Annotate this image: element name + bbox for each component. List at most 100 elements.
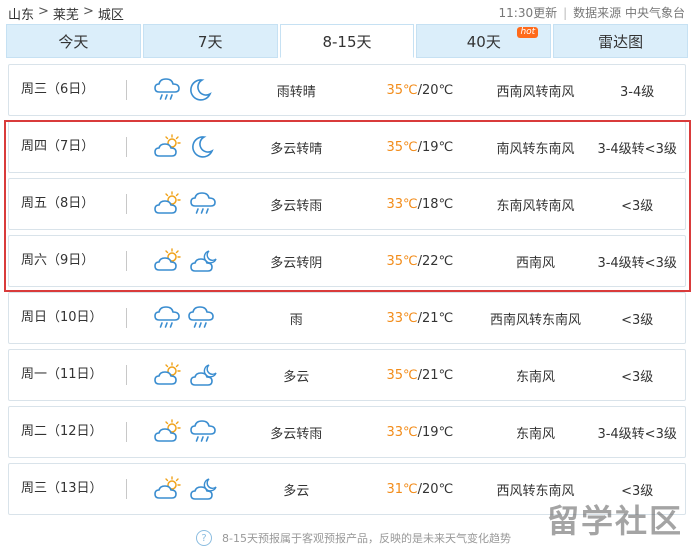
- breadcrumb: 山东 > 莱芜 > 城区: [8, 4, 124, 23]
- partly-cloudy-icon: [153, 419, 183, 445]
- temp-high: 31℃: [386, 481, 418, 497]
- temp-high: 33℃: [386, 424, 418, 440]
- tab-40day[interactable]: 40天 hot: [416, 24, 552, 58]
- wind-direction: 西南风转东南风: [489, 312, 581, 328]
- day-label: 周三（6日）: [9, 80, 127, 100]
- temp-low: /19℃: [417, 424, 454, 440]
- temp-high: 35℃: [386, 253, 418, 269]
- temp-low: /22℃: [417, 253, 454, 269]
- breadcrumb-district: 城区: [97, 8, 124, 23]
- temp-low: /18℃: [417, 196, 454, 212]
- temp-high: 35℃: [386, 139, 418, 155]
- temperature: 35℃/19℃: [358, 140, 482, 155]
- weather-icons: [127, 476, 235, 502]
- temp-low: /21℃: [417, 367, 454, 383]
- tab-label: 7天: [197, 32, 223, 51]
- wind-level: 3-4级转<3级: [597, 141, 677, 157]
- top-bar: 山东 > 莱芜 > 城区 11:30更新 | 数据来源 中央气象台: [0, 0, 695, 24]
- temp-low: /21℃: [417, 310, 454, 326]
- tab-today[interactable]: 今天: [6, 24, 141, 58]
- day-label: 周日（10日）: [9, 308, 127, 328]
- footnote: ? 8-15天预报属于客观预报产品，反映的是未来天气变化趋势: [196, 530, 511, 546]
- temp-high: 35℃: [386, 367, 418, 383]
- temp-high: 33℃: [386, 196, 418, 212]
- wind-direction: 南风转东南风: [496, 141, 575, 157]
- rain-cloud-icon: [189, 419, 217, 445]
- forecast-row: 周一（11日） 多云 35℃/21℃ 东南风 <3级: [8, 349, 686, 401]
- weather-icons: [127, 305, 235, 331]
- condition-text: 多云转阴: [270, 255, 323, 271]
- watermark: 留学社区: [546, 502, 683, 540]
- wind-direction: 西南风: [515, 255, 555, 271]
- partly-cloudy-icon: [153, 476, 183, 502]
- day-label: 周五（8日）: [9, 194, 127, 214]
- breadcrumb-province[interactable]: 山东: [8, 4, 34, 23]
- wind-level: 3-4级: [620, 84, 655, 100]
- moon-icon: [189, 134, 215, 160]
- question-icon[interactable]: ?: [196, 530, 212, 546]
- temp-high: 33℃: [386, 310, 418, 326]
- tab-radar[interactable]: 雷达图: [553, 24, 688, 58]
- data-source: 数据来源 中央气象台: [573, 6, 685, 20]
- cloudy-night-icon: [189, 248, 219, 274]
- temperature: 35℃/22℃: [358, 254, 482, 269]
- cloudy-night-icon: [189, 476, 219, 502]
- temp-low: /20℃: [417, 481, 454, 497]
- forecast-list: 周三（6日） 雨转晴 35℃/20℃ 西南风转南风 3-4级 周四（7日） 多云转晴 35℃/…: [8, 64, 686, 520]
- temp-high: 35℃: [386, 82, 418, 98]
- rain-cloud-icon: [153, 305, 181, 331]
- wind-direction: 东南风: [515, 426, 555, 442]
- temperature: 33℃/19℃: [358, 425, 482, 440]
- wind-level: 3-4级转<3级: [597, 255, 677, 271]
- day-label: 周六（9日）: [9, 251, 127, 271]
- meta-divider: |: [563, 5, 568, 20]
- forecast-row: 周四（7日） 多云转晴 35℃/19℃ 南风转东南风 3-4级转<3级: [8, 121, 686, 173]
- partly-cloudy-icon: [153, 362, 183, 388]
- condition-text: 多云: [283, 369, 310, 385]
- temperature: 35℃/20℃: [358, 83, 482, 98]
- weather-icons: [127, 134, 235, 160]
- condition-text: 雨: [289, 312, 303, 328]
- breadcrumb-separator: >: [38, 4, 49, 19]
- breadcrumb-city[interactable]: 莱芜: [53, 4, 79, 23]
- weather-icons: [127, 191, 235, 217]
- forecast-row: 周二（12日） 多云转雨 33℃/19℃ 东南风 3-4级转<3级: [8, 406, 686, 458]
- forecast-tabs: 今天 7天 8-15天 40天 hot 雷达图: [6, 24, 688, 58]
- condition-text: 雨转晴: [276, 84, 316, 100]
- update-meta: 11:30更新 | 数据来源 中央气象台: [499, 4, 685, 21]
- wind-level: <3级: [621, 198, 654, 214]
- tab-label: 今天: [58, 32, 89, 51]
- temperature: 35℃/21℃: [358, 368, 482, 383]
- cloudy-night-icon: [189, 362, 219, 388]
- tab-8-15day[interactable]: 8-15天: [279, 24, 415, 58]
- partly-cloudy-icon: [153, 248, 183, 274]
- rain-cloud-icon: [187, 305, 215, 331]
- forecast-row: 周三（6日） 雨转晴 35℃/20℃ 西南风转南风 3-4级: [8, 64, 686, 116]
- day-label: 周三（13日）: [9, 479, 127, 499]
- wind-level: 3-4级转<3级: [597, 426, 677, 442]
- day-label: 周二（12日）: [9, 422, 127, 442]
- partly-cloudy-icon: [153, 191, 183, 217]
- temperature: 33℃/21℃: [358, 311, 482, 326]
- rain-cloud-icon: [153, 77, 181, 103]
- tab-7day[interactable]: 7天: [142, 24, 278, 58]
- weather-icons: [127, 419, 235, 445]
- forecast-row: 周五（8日） 多云转雨 33℃/18℃ 东南风转南风 <3级: [8, 178, 686, 230]
- moon-icon: [187, 77, 213, 103]
- weather-icons: [127, 362, 235, 388]
- tab-label: 40天: [466, 32, 501, 51]
- weather-icons: [127, 77, 235, 103]
- condition-text: 多云: [283, 483, 310, 499]
- condition-text: 多云转雨: [270, 426, 323, 442]
- forecast-row: 周六（9日） 多云转阴 35℃/22℃ 西南风 3-4级转<3级: [8, 235, 686, 287]
- wind-level: <3级: [621, 312, 654, 328]
- tab-label: 8-15天: [322, 32, 372, 51]
- condition-text: 多云转雨: [270, 198, 323, 214]
- update-time: 11:30更新: [498, 6, 558, 20]
- wind-direction: 东南风转南风: [496, 198, 575, 214]
- wind-direction: 东南风: [515, 369, 555, 385]
- temp-low: /19℃: [417, 139, 454, 155]
- weather-icons: [127, 248, 235, 274]
- condition-text: 多云转晴: [270, 141, 323, 157]
- day-label: 周一（11日）: [9, 365, 127, 385]
